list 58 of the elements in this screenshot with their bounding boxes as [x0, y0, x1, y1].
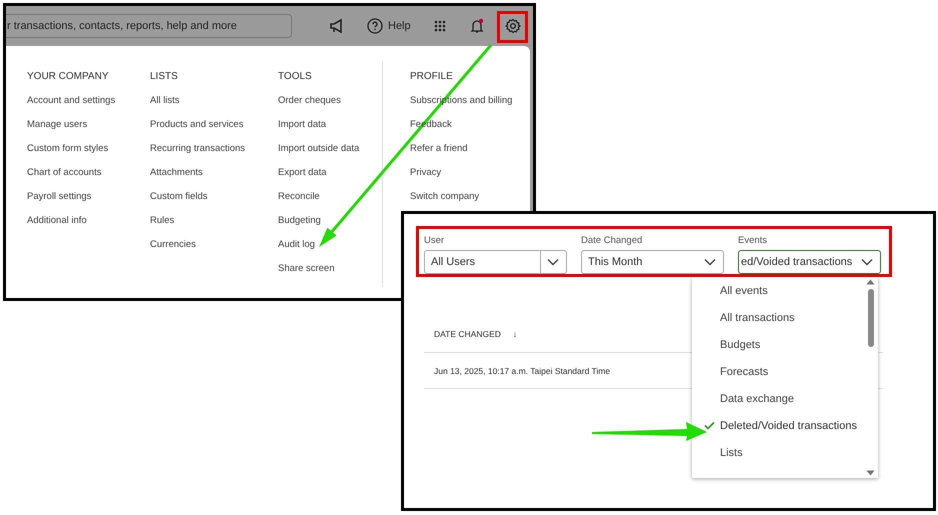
- menu-link[interactable]: Account and settings: [27, 94, 150, 118]
- menu-link[interactable]: Products and services: [150, 118, 278, 142]
- scrollbar-thumb[interactable]: [868, 289, 874, 347]
- menu-link[interactable]: Privacy: [410, 166, 512, 190]
- scroll-up-icon[interactable]: [866, 279, 875, 285]
- field-label: Date Changed: [581, 235, 644, 247]
- dropdown-field[interactable]: ed/Voided transactions: [738, 250, 881, 274]
- menu-link[interactable]: Chart of accounts: [27, 166, 150, 190]
- menu-link[interactable]: Custom fields: [150, 190, 278, 214]
- search-field[interactable]: r transactions, contacts, reports, help and more: [6, 14, 292, 38]
- table-cell-text: Jun 13, 2025, 10:17 a.m. Taipei Standard Time: [433, 366, 610, 376]
- scroll-down-icon[interactable]: [866, 470, 875, 476]
- menu-link[interactable]: Reconcile: [278, 190, 382, 214]
- menu-link[interactable]: Import outside data: [278, 142, 382, 166]
- settings-icon[interactable]: [504, 18, 521, 34]
- menu-link[interactable]: Payroll settings: [27, 190, 150, 214]
- megaphone-icon[interactable]: [329, 18, 345, 34]
- menu-link[interactable]: Budgeting: [278, 214, 382, 238]
- menu-link[interactable]: Import data: [278, 118, 382, 142]
- menu-link[interactable]: Audit log: [278, 238, 382, 262]
- dropdown-field[interactable]: This Month: [581, 250, 724, 274]
- menu-link[interactable]: Order cheques: [278, 94, 382, 118]
- app-grid-icon[interactable]: [432, 19, 447, 33]
- menu-heading: PROFILE: [410, 70, 454, 84]
- menu-link[interactable]: Refer a friend: [410, 142, 512, 166]
- dropdown-option[interactable]: Data exchange: [692, 385, 866, 412]
- column-header[interactable]: DATE CHANGED ↓: [424, 329, 518, 339]
- bell-icon[interactable]: [468, 18, 485, 34]
- dropdown-option[interactable]: Lists: [692, 439, 866, 466]
- help-icon[interactable]: [367, 18, 383, 34]
- scrollbar[interactable]: [866, 279, 875, 476]
- menu-link[interactable]: Recurring transactions: [150, 142, 278, 166]
- menu-link[interactable]: Currencies: [150, 238, 278, 262]
- menu-heading: TOOLS: [278, 70, 313, 84]
- field-label: User: [424, 235, 446, 247]
- help-button[interactable]: Help: [367, 18, 411, 34]
- dropdown-option[interactable]: Forecasts: [692, 358, 866, 385]
- menu-link[interactable]: Switch company: [410, 190, 512, 214]
- dropdown-option[interactable]: All transactions: [692, 304, 866, 331]
- menu-link[interactable]: Manage users: [27, 118, 150, 142]
- menu-link[interactable]: Attachments: [150, 166, 278, 190]
- menu-link[interactable]: Rules: [150, 214, 278, 238]
- menu-heading: YOUR COMPANY: [27, 70, 110, 84]
- menu-link[interactable]: Additional info: [27, 214, 150, 238]
- menu-link[interactable]: Share screen: [278, 262, 382, 286]
- highlight-frame: [497, 11, 528, 43]
- dropdown-option[interactable]: All events: [692, 277, 866, 304]
- menu-link[interactable]: All lists: [150, 94, 278, 118]
- menu-link[interactable]: Custom form styles: [27, 142, 150, 166]
- dropdown-option[interactable]: Budgets: [692, 331, 866, 358]
- menu-heading: LISTS: [150, 70, 179, 84]
- chevron-down-icon: [861, 258, 873, 266]
- field-label: Events: [738, 235, 768, 247]
- dropdown-option[interactable]: Deleted/Voided transactions: [692, 412, 866, 439]
- chevron-down-icon: [547, 258, 559, 266]
- dropdown-field[interactable]: All Users: [424, 250, 567, 274]
- menu-link[interactable]: Export data: [278, 166, 382, 190]
- chevron-down-icon: [704, 258, 716, 266]
